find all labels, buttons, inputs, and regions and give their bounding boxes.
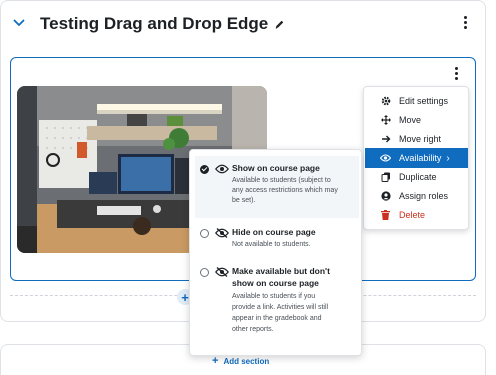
eye-icon xyxy=(215,164,229,174)
add-section-label: Add section xyxy=(223,356,270,366)
eye-slash-icon xyxy=(215,228,229,238)
module-actions-menu-button[interactable] xyxy=(449,65,463,81)
radio-unchecked-icon xyxy=(200,229,209,238)
menu-item-label: Delete xyxy=(399,210,426,220)
activity-actions-menu: Edit settings Move Move right Availabili… xyxy=(363,86,469,230)
option-description-line: Available to students (subject to xyxy=(232,177,331,184)
copy-icon xyxy=(379,172,392,182)
section-actions-menu-button[interactable] xyxy=(458,14,472,30)
option-description-line: Not available to students. xyxy=(232,241,311,248)
user-icon xyxy=(379,191,392,201)
chevron-right-icon: › xyxy=(446,152,450,164)
menu-item-label: Move right xyxy=(399,134,442,144)
section-title-text: Testing Drag and Drop Edge xyxy=(40,14,269,33)
menu-item-duplicate[interactable]: Duplicate xyxy=(365,167,468,187)
availability-option-stealth[interactable]: Make available but don't show on course … xyxy=(195,262,359,352)
availability-option-hide[interactable]: Hide on course page Not available to stu… xyxy=(195,222,359,258)
menu-item-label: Assign roles xyxy=(399,191,449,201)
arrow-right-icon xyxy=(379,134,392,144)
dot xyxy=(463,25,467,29)
dot xyxy=(463,20,467,24)
plus-icon: + xyxy=(212,355,219,367)
gear-icon xyxy=(379,96,392,106)
dot xyxy=(454,76,458,80)
radio-unchecked-icon xyxy=(200,268,209,277)
eye-icon xyxy=(379,154,392,162)
option-description-line: any access restrictions which may xyxy=(232,187,338,194)
eye-slash-icon xyxy=(215,267,229,277)
option-description-line: appear in the gradebook and xyxy=(232,315,322,322)
availability-submenu: Show on course page Available to student… xyxy=(189,149,362,356)
menu-item-label: Availability xyxy=(399,153,442,163)
dot xyxy=(463,15,467,19)
option-title: show on course page xyxy=(232,278,319,288)
dot xyxy=(454,71,458,75)
menu-item-edit-settings[interactable]: Edit settings xyxy=(365,91,468,111)
move-arrows-icon xyxy=(379,115,392,125)
collapse-section-button[interactable] xyxy=(8,12,30,34)
menu-item-label: Duplicate xyxy=(399,172,437,182)
pencil-icon[interactable] xyxy=(274,19,285,30)
menu-item-move-right[interactable]: Move right xyxy=(365,129,468,149)
menu-item-delete[interactable]: Delete xyxy=(365,205,468,225)
option-title: Show on course page xyxy=(232,163,320,173)
menu-item-label: Edit settings xyxy=(399,96,449,106)
menu-item-label: Move xyxy=(399,115,422,125)
chevron-down-icon xyxy=(13,19,25,26)
option-description-line: other reports. xyxy=(232,326,274,333)
menu-item-assign-roles[interactable]: Assign roles xyxy=(365,186,468,206)
menu-item-availability[interactable]: Availability › xyxy=(365,148,468,168)
option-title: Make available but don't xyxy=(232,266,330,276)
option-description-line: provide a link. Activities will still xyxy=(232,304,329,311)
menu-item-move[interactable]: Move xyxy=(365,110,468,130)
add-section-button[interactable]: + Add section xyxy=(212,355,269,367)
option-description-line: Available to students if you xyxy=(232,293,316,300)
option-title: Hide on course page xyxy=(232,227,316,237)
dot xyxy=(454,66,458,70)
option-description-line: be set). xyxy=(232,197,256,204)
radio-checked-icon xyxy=(200,165,209,174)
trash-icon xyxy=(379,210,392,220)
availability-option-show[interactable]: Show on course page Available to student… xyxy=(195,156,359,218)
section-title: Testing Drag and Drop Edge xyxy=(40,14,285,34)
